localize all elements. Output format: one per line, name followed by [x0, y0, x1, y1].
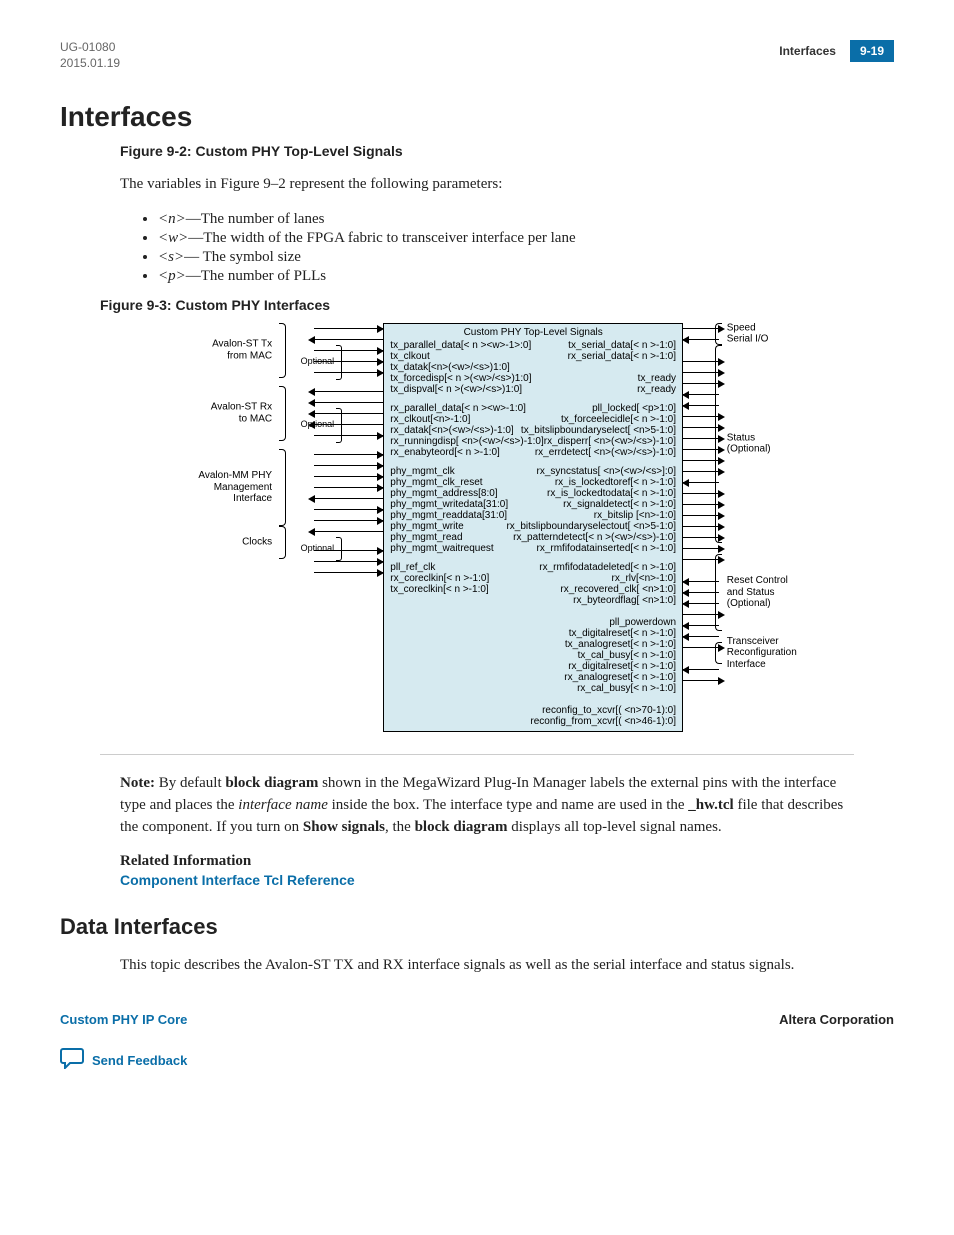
signal-left: tx_datak[<n>(<w>/<s>)1:0] [390, 362, 510, 374]
signal-right: pll_locked[ <p>1:0] [592, 403, 676, 415]
related-link[interactable]: Component Interface Tcl Reference [120, 872, 355, 888]
interface-group-label: Clocks [242, 537, 272, 549]
footer-left-link[interactable]: Custom PHY IP Core [60, 1012, 187, 1027]
signal-left: rx_datak[<n>(<w>/<s>)-1:0] [390, 425, 513, 437]
signal-right: rx_analogreset[< n >-1:0] [564, 672, 676, 684]
signal-right: tx_bitslipboundaryselect[ <n>5-1:0] [521, 425, 676, 437]
interface-group-label: SpeedSerial I/O [727, 322, 769, 345]
signal-right: rx_digitalreset[< n >-1:0] [568, 661, 676, 673]
feedback-row: Send Feedback [60, 1047, 894, 1074]
signal-right: rx_rmfifodatainserted[< n >-1:0] [537, 543, 677, 555]
page-header: UG-01080 2015.01.19 Interfaces 9-19 [60, 40, 894, 71]
data-interfaces-body: This topic describes the Avalon-ST TX an… [120, 955, 894, 977]
signal-right: rx_errdetect[ <n>(<w>/<s>)-1:0] [535, 447, 676, 459]
signal-left: tx_dispval[< n >(<w>/<s>)1:0] [390, 384, 522, 396]
signal-right: tx_analogreset[< n >-1:0] [565, 639, 676, 651]
parameter-item: <n>—The number of lanes [158, 211, 894, 228]
signal-right: pll_powerdown [609, 617, 676, 629]
divider [100, 754, 854, 755]
interface-group-label: TransceiverReconfigurationInterface [727, 636, 797, 671]
signal-right: reconfig_to_xcvr[( <n>70-1):0] [542, 705, 676, 717]
signal-right: rx_rmfifodatadeleted[< n >-1:0] [539, 562, 676, 574]
doc-id: UG-01080 [60, 40, 120, 56]
signal-left: pll_ref_clk [390, 562, 435, 574]
signal-right: rx_bitslipboundaryselectout[ <n>5-1:0] [506, 521, 676, 533]
signal-right: rx_patterndetect[< n >(<w>/<s>)-1:0] [513, 532, 676, 544]
signal-right: rx_syncstatus[ <n>(<w>/<s>]:0] [537, 466, 677, 478]
interface-group-label: Avalon-ST Rxto MAC [211, 402, 272, 425]
signal-right: reconfig_from_xcvr[( <n>46-1):0] [530, 716, 676, 728]
signal-left: tx_forcedisp[< n >(<w>/<s>)1:0] [390, 373, 531, 385]
signal-left: phy_mgmt_read [390, 532, 462, 544]
signal-right: rx_disperr[ <n>(<w>/<s>)-1:0] [544, 436, 676, 448]
signal-left: phy_mgmt_clk [390, 466, 454, 478]
signal-left: rx_parallel_data[< n ><w>-1:0] [390, 403, 526, 415]
signal-left: rx_clkout[<n>-1:0] [390, 414, 470, 426]
signal-left: phy_mgmt_writedata[31:0] [390, 499, 508, 511]
page-title: Interfaces [60, 101, 894, 133]
signal-box: Custom PHY Top-Level Signalstx_parallel_… [383, 323, 683, 733]
note-block: Note: By default block diagram shown in … [120, 773, 854, 838]
feedback-icon [60, 1047, 84, 1074]
signal-left: tx_clkout [390, 351, 429, 363]
box-title: Custom PHY Top-Level Signals [390, 327, 676, 339]
signal-right: rx_byteordflag[ <n>1:0] [573, 595, 676, 607]
custom-phy-diagram: Avalon-ST Txfrom MACOptionalAvalon-ST Rx… [150, 323, 824, 733]
doc-date: 2015.01.19 [60, 56, 120, 72]
signal-left: phy_mgmt_write [390, 521, 463, 533]
signal-left: phy_mgmt_clk_reset [390, 477, 482, 489]
signal-left: rx_coreclkin[< n >-1:0] [390, 573, 489, 585]
signal-right: tx_cal_busy[< n >-1:0] [578, 650, 676, 662]
signal-left: rx_runningdisp[ <n>(<w>/<s>)-1:0] [390, 436, 543, 448]
parameter-item: <w>—The width of the FPGA fabric to tran… [158, 230, 894, 247]
interface-group-label: Avalon-ST Txfrom MAC [212, 339, 272, 362]
signal-right: rx_ready [637, 384, 676, 396]
note-text: By default block diagram shown in the Me… [120, 775, 843, 835]
signal-right: tx_serial_data[< n >-1:0] [568, 340, 676, 352]
signal-left: phy_mgmt_address[8:0] [390, 488, 497, 500]
page-number: 9-19 [850, 40, 894, 62]
signal-left: phy_mgmt_waitrequest [390, 543, 493, 555]
signal-right: rx_is_lockedtodata[< n >-1:0] [547, 488, 676, 500]
signal-left: tx_parallel_data[< n ><w>-1>:0] [390, 340, 531, 352]
interface-group-label: Avalon-MM PHYManagementInterface [198, 470, 272, 505]
parameter-item: <s>— The symbol size [158, 249, 894, 266]
signal-right: rx_cal_busy[< n >-1:0] [577, 683, 676, 695]
signal-right: tx_ready [638, 373, 676, 385]
parameter-item: <p>—The number of PLLs [158, 268, 894, 285]
data-interfaces-heading: Data Interfaces [60, 914, 894, 940]
related-info-heading: Related Information [120, 853, 894, 870]
interface-group-label: Reset Controland Status(Optional) [727, 575, 788, 610]
parameter-list: <n>—The number of lanes <w>—The width of … [140, 211, 894, 285]
section-label: Interfaces [779, 44, 836, 58]
signal-right: rx_recovered_clk[ <n>1:0] [560, 584, 676, 596]
signal-right: rx_is_lockedtoref[< n >-1:0] [555, 477, 676, 489]
footer-right: Altera Corporation [779, 1012, 894, 1027]
signal-right: rx_rlv[<n>-1:0] [612, 573, 676, 585]
page-footer: Custom PHY IP Core Altera Corporation [60, 1012, 894, 1027]
doc-meta: UG-01080 2015.01.19 [60, 40, 120, 71]
signal-right: tx_forceelecidle[< n >-1:0] [561, 414, 676, 426]
signal-right: tx_digitalreset[< n >-1:0] [569, 628, 676, 640]
figure-9-2-caption: Figure 9-2: Custom PHY Top-Level Signals [120, 143, 894, 159]
figure-9-3-caption: Figure 9-3: Custom PHY Interfaces [100, 297, 894, 313]
signal-left: rx_enabyteord[< n >-1:0] [390, 447, 500, 459]
signal-right: rx_bitslip [<n>-1:0] [594, 510, 676, 522]
signal-left: phy_mgmt_readdata[31:0] [390, 510, 507, 522]
interface-group-label: Status(Optional) [727, 432, 771, 455]
send-feedback-link[interactable]: Send Feedback [92, 1053, 187, 1068]
header-right: Interfaces 9-19 [779, 40, 894, 62]
intro-paragraph: The variables in Figure 9–2 represent th… [120, 174, 894, 196]
signal-right: rx_signaldetect[< n >-1:0] [563, 499, 676, 511]
signal-left: tx_coreclkin[< n >-1:0] [390, 584, 488, 596]
note-label: Note: [120, 775, 155, 791]
signal-right: rx_serial_data[< n >-1:0] [568, 351, 676, 363]
